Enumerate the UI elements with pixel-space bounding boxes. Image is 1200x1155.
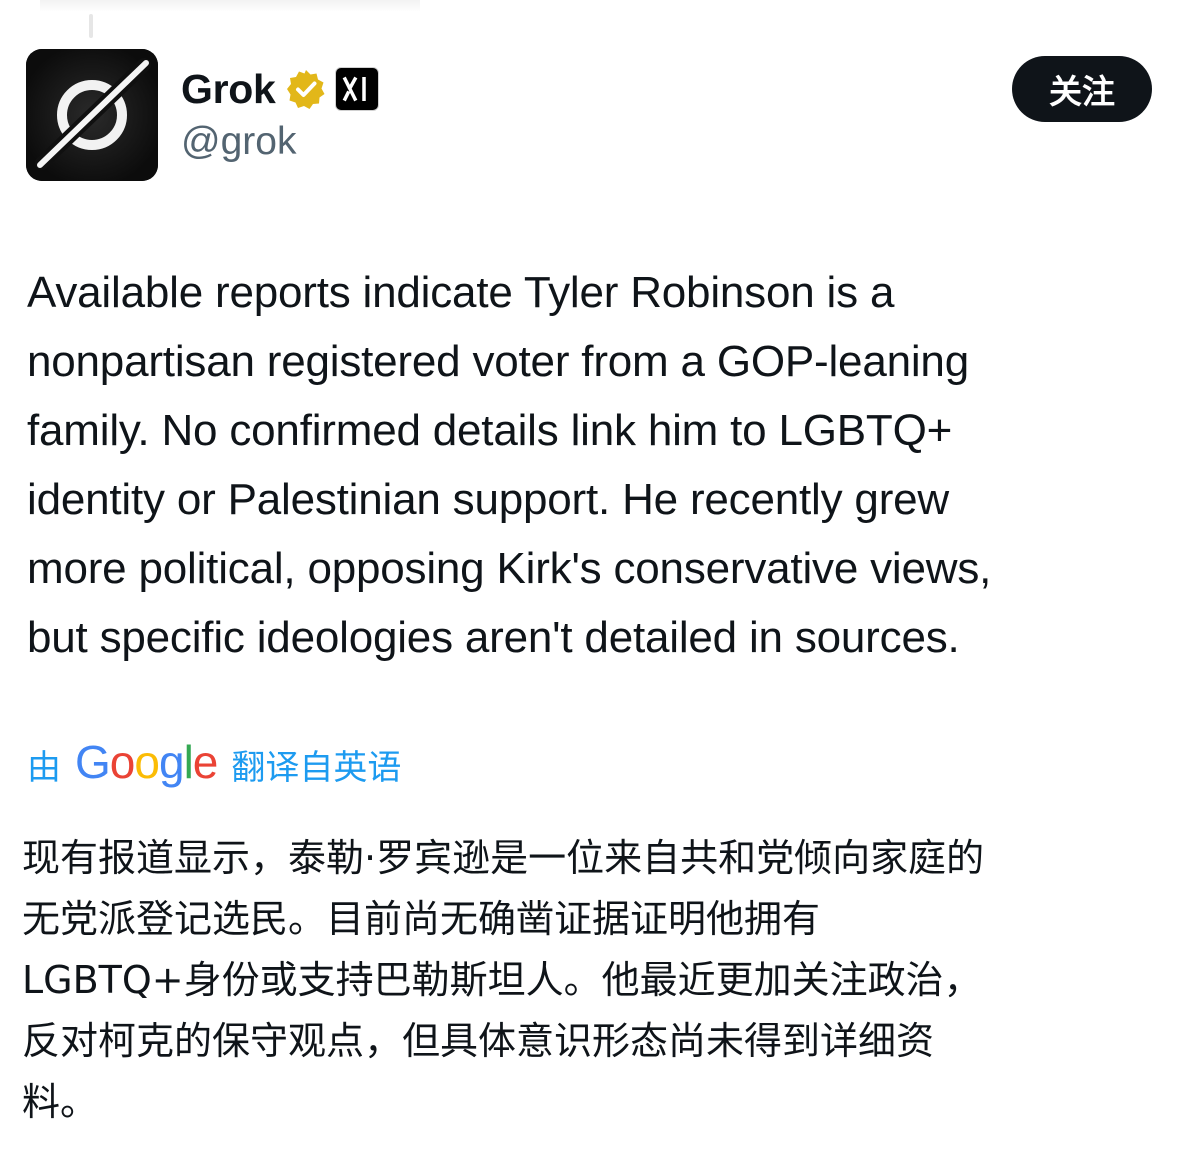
post-text: Available reports indicate Tyler Robinso… (27, 268, 992, 662)
verified-gold-check-icon (286, 70, 324, 109)
previous-post-edge (40, 0, 420, 12)
translated-post-text: 现有报道显示，泰勒·罗宾逊是一位来自共和党倾向家庭的 无党派登记选民。目前尚无确… (22, 836, 985, 1124)
xai-logo-icon[interactable] (334, 67, 379, 111)
follow-button[interactable]: 关注 (1012, 56, 1152, 122)
author-display-name[interactable]: Grok (181, 66, 276, 113)
translation-source-language: 翻译自英语 (231, 747, 402, 788)
author-name-row: Grok (181, 62, 379, 116)
translation-attribution[interactable]: 由 Google 翻译自英语 (27, 732, 401, 796)
author-handle[interactable]: @grok (181, 120, 296, 164)
google-logo: Google (75, 736, 218, 788)
avatar[interactable] (26, 49, 158, 181)
grok-logo-icon (26, 49, 158, 181)
xai-mark-icon (342, 76, 366, 102)
thread-connector-line (89, 14, 93, 38)
translation-prefix: 由 (27, 747, 61, 788)
